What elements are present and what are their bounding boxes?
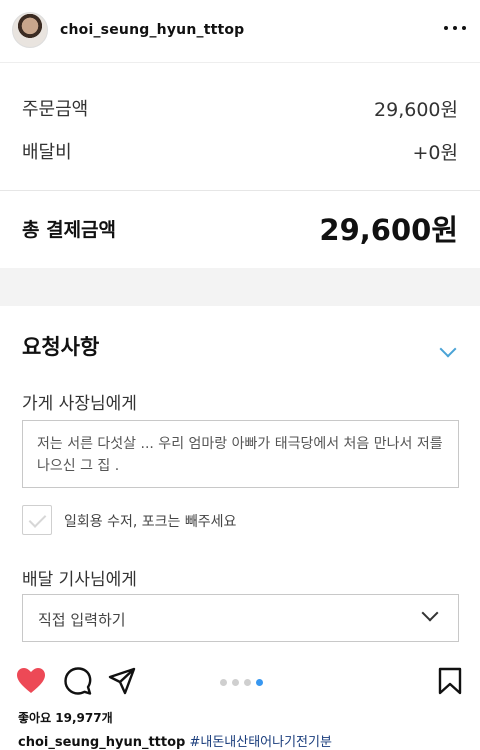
carousel-dot	[244, 679, 251, 686]
post-header: choi_seung_hyun_tttop	[0, 0, 480, 62]
carousel-dot	[232, 679, 239, 686]
comment-icon[interactable]	[64, 667, 92, 695]
owner-request-label: 가게 사장님에게	[22, 394, 137, 414]
carousel-indicator	[220, 679, 263, 686]
caption-username[interactable]: choi_seung_hyun_tttop	[18, 735, 185, 750]
caption: choi_seung_hyun_tttop #내돈내산태어나기전기분	[18, 731, 332, 750]
order-amount-value: 29,600원	[374, 99, 458, 121]
section-separator	[0, 268, 480, 306]
owner-request-field[interactable]: 저는 서른 다섯살 ... 우리 엄마랑 아빠가 태극당에서 처음 만나서 저를…	[22, 420, 459, 488]
bookmark-icon[interactable]	[438, 667, 462, 695]
post-action-bar	[0, 655, 480, 701]
delivery-fee-value: +0원	[412, 142, 459, 164]
divider	[0, 190, 480, 191]
carousel-dot	[220, 679, 227, 686]
likes-count[interactable]: 좋아요 19,977개	[18, 709, 113, 726]
heart-icon[interactable]	[16, 667, 46, 695]
post-image-receipt: 주문금액 29,600원 배달비 +0원 총 결제금액 29,600원 요청사항…	[0, 62, 480, 646]
delivery-fee-label: 배달비	[22, 142, 72, 163]
chevron-down-icon[interactable]	[439, 340, 457, 358]
order-amount-label: 주문금액	[22, 99, 89, 120]
total-amount-value: 29,600원	[319, 213, 458, 247]
post-username[interactable]: choi_seung_hyun_tttop	[60, 22, 244, 38]
more-icon[interactable]	[444, 26, 466, 32]
utensils-checkbox-label: 일회용 수저, 포크는 빼주세요	[64, 514, 237, 530]
chevron-down-icon	[421, 604, 439, 622]
total-amount-label: 총 결제금액	[22, 219, 117, 241]
share-icon[interactable]	[108, 667, 136, 695]
driver-request-select-value: 직접 입력하기	[38, 611, 126, 629]
driver-request-select[interactable]: 직접 입력하기	[22, 594, 459, 642]
caption-hashtag[interactable]: #내돈내산태어나기전기분	[189, 735, 331, 750]
utensils-checkbox[interactable]	[22, 505, 52, 535]
carousel-dot-active	[256, 679, 263, 686]
driver-request-label: 배달 기사님에게	[22, 570, 137, 590]
request-title: 요청사항	[22, 335, 100, 359]
avatar[interactable]	[12, 12, 48, 48]
